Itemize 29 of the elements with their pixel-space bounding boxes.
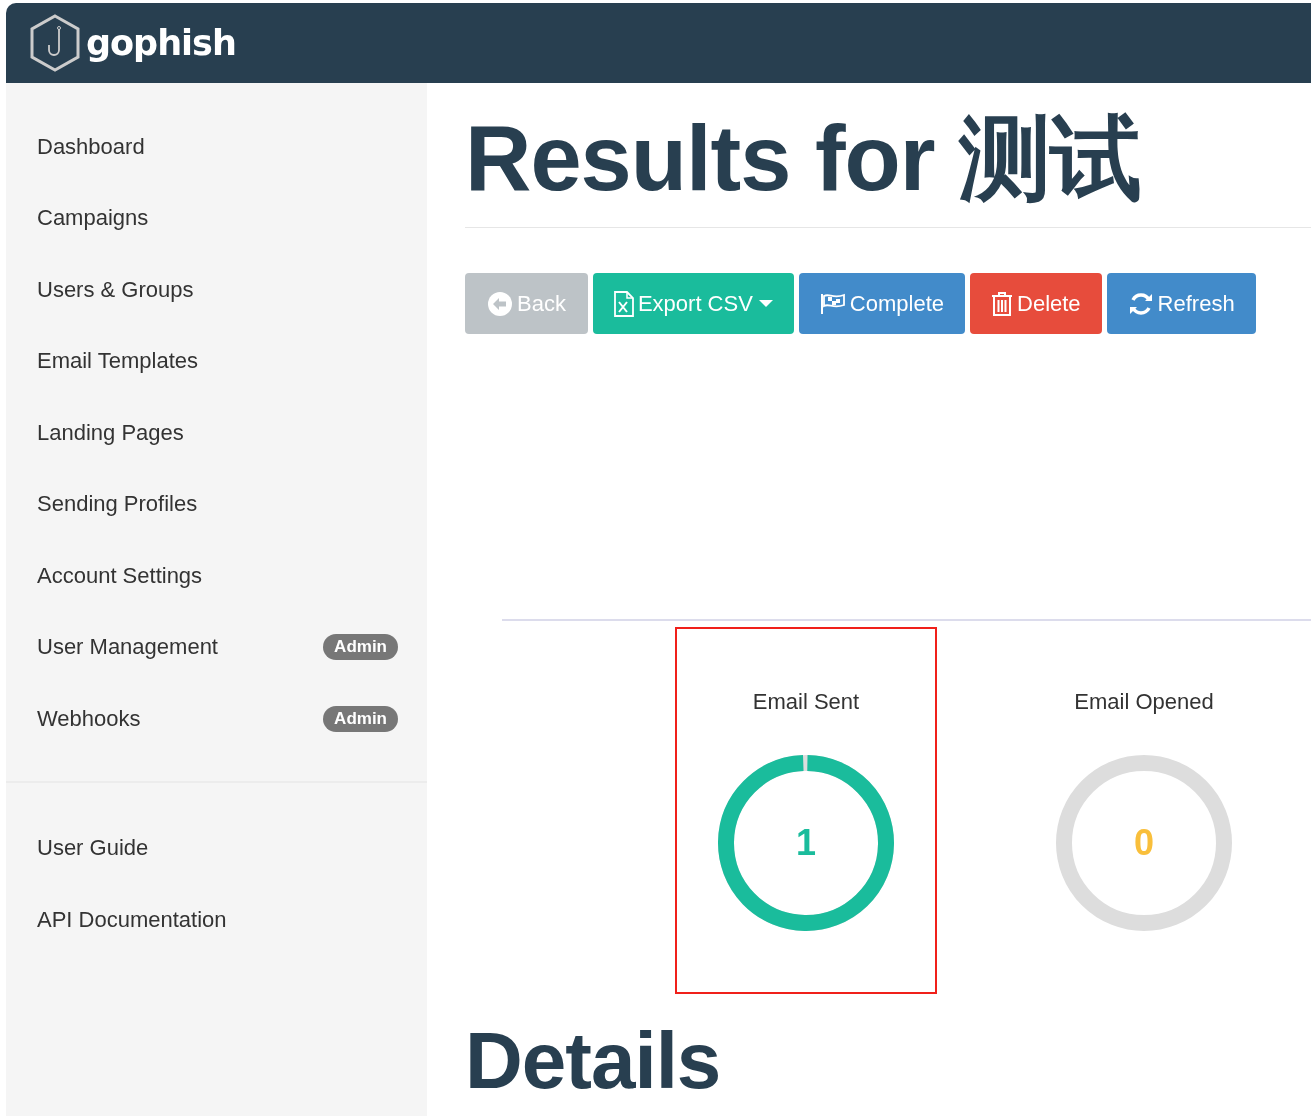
sidebar-link[interactable]: User Management [37, 634, 218, 661]
page-title: Results for 测试 [465, 106, 1143, 211]
sidebar-link[interactable]: Email Templates [37, 348, 198, 375]
sidebar-link[interactable]: Campaigns [37, 205, 149, 232]
admin-badge: Admin [323, 705, 398, 732]
sidebar-link[interactable]: Account Settings [37, 562, 203, 589]
complete-button[interactable]: Complete [798, 273, 965, 334]
sidebar-link[interactable]: Dashboard [37, 133, 145, 160]
sidebar-link[interactable]: Landing Pages [37, 419, 184, 446]
brand-name[interactable]: gophish [86, 23, 236, 63]
stat-label: Email Opened [1074, 689, 1214, 715]
refresh-button[interactable]: Refresh [1106, 273, 1256, 334]
stat-count: 0 [1134, 822, 1154, 864]
refresh-icon [1127, 290, 1154, 317]
stat-label: Email Sent [752, 689, 860, 715]
section-heading: Details [465, 1016, 722, 1106]
flag-icon [819, 292, 846, 315]
stat-count: 1 [796, 822, 816, 864]
sidebar-link[interactable]: Webhooks [37, 705, 141, 732]
sidebar-link[interactable]: Users & Groups [37, 276, 194, 303]
sidebar-link[interactable]: User Guide [37, 835, 149, 862]
caret-icon [758, 300, 773, 307]
sidebar-link[interactable]: API Documentation [37, 906, 227, 933]
sidebar-link[interactable]: Sending Profiles [37, 491, 198, 518]
delete-button[interactable]: Delete [970, 273, 1102, 334]
spreadsheet-file-icon [613, 290, 634, 317]
admin-badge: Admin [323, 634, 398, 661]
trash-icon [991, 290, 1013, 317]
hexagon-hook-logo-icon [28, 13, 82, 73]
